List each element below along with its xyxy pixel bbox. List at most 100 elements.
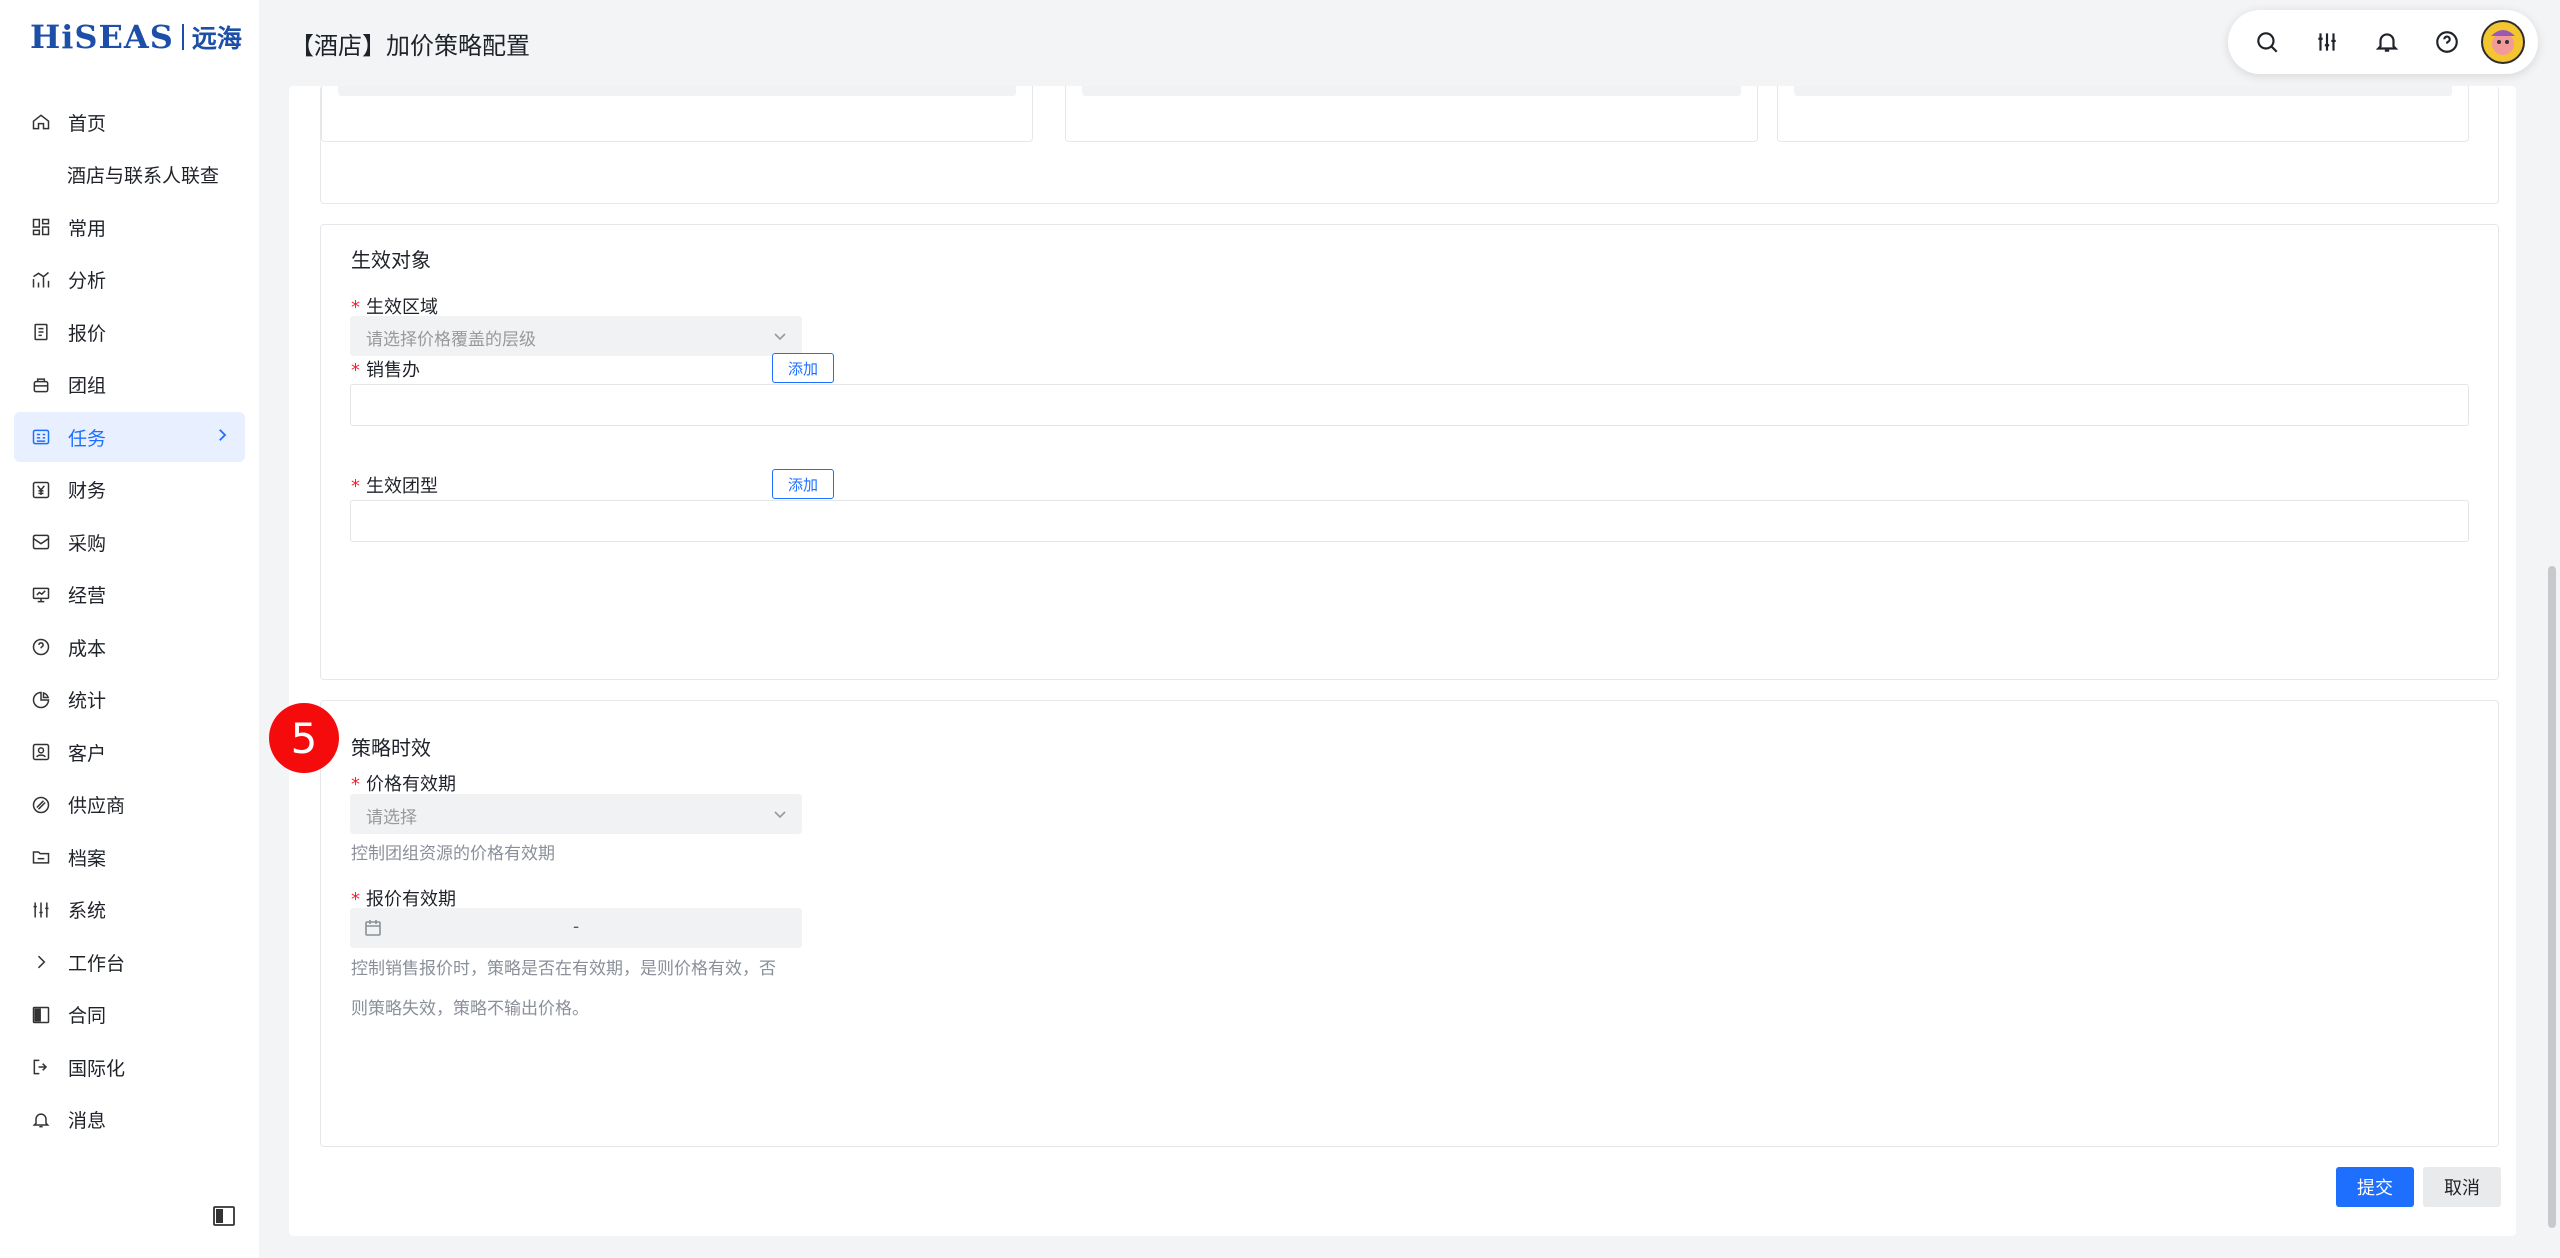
sidebar-item-label: 合同 (68, 1005, 107, 1027)
sidebar-item-supplier[interactable]: 供应商 (14, 780, 245, 830)
sidebar-item-home[interactable]: 首页 (14, 97, 245, 147)
section-title: 策略时效 (351, 736, 431, 760)
sidebar-item-group[interactable]: 团组 (14, 360, 245, 410)
section-title: 生效对象 (351, 248, 431, 272)
group-type-label: * 生效团型 (351, 476, 438, 497)
dashboard-icon (30, 216, 52, 238)
group-type-input[interactable] (350, 500, 2469, 542)
sidebar-item-workbench[interactable]: 工作台 (14, 937, 245, 987)
contact-icon (30, 741, 52, 763)
sidebar-item-system[interactable]: 系统 (14, 885, 245, 935)
sliders-icon (30, 899, 52, 921)
sidebar-item-label: 档案 (68, 847, 107, 870)
logout-icon (30, 1056, 52, 1078)
chevron-right-icon (30, 951, 52, 973)
task-icon (30, 426, 52, 448)
cancel-button[interactable]: 取消 (2423, 1167, 2501, 1207)
chevron-down-icon (772, 806, 788, 822)
sidebar-item-analysis[interactable]: 分析 (14, 255, 245, 305)
main-content: 生效对象 * 生效区域 请选择价格覆盖的层级 * 销售办 添加 * 生效团型 添加 5… (269, 86, 2516, 1236)
help-icon[interactable] (2430, 25, 2464, 59)
office-label: * 销售办 (351, 360, 420, 381)
calendar-icon (364, 919, 382, 937)
monitor-icon (30, 584, 52, 606)
sidebar-item-message[interactable]: 消息 (14, 1095, 245, 1145)
scrollbar[interactable] (2548, 566, 2556, 1228)
sidebar-item-label: 系统 (68, 900, 107, 922)
region-select[interactable]: 请选择价格覆盖的层级 (350, 316, 802, 356)
office-input[interactable] (350, 384, 2469, 426)
supplier-icon (30, 794, 52, 816)
sidebar-item-label: 工作台 (68, 952, 126, 975)
sidebar-item-task[interactable]: 任务 (14, 412, 245, 462)
sidebar-item-label: 客户 (68, 742, 107, 765)
brand-logo[interactable]: HiSEAS 远海 (30, 14, 242, 60)
sidebar-item-purchase[interactable]: 采购 (14, 517, 245, 567)
logo-divider (181, 24, 184, 50)
logo-text: HiSEAS (30, 18, 174, 56)
sidebar-item-label: 首页 (68, 112, 107, 135)
logo-cn-text: 远海 (191, 24, 242, 53)
sidebar-item-operation[interactable]: 经营 (14, 570, 245, 620)
sidebar-item-label: 国际化 (68, 1057, 126, 1080)
sidebar-item-cost[interactable]: 成本 (14, 622, 245, 672)
yen-icon (30, 479, 52, 501)
sidebar-item-hotel-contact[interactable]: 酒店与联系人联查 (14, 150, 245, 200)
quote-validity-date-range[interactable]: - (350, 908, 802, 948)
submit-button[interactable]: 提交 (2336, 1167, 2414, 1207)
sidebar-item-finance[interactable]: 财务 (14, 465, 245, 515)
sidebar-item-statistics[interactable]: 统计 (14, 675, 245, 725)
sidebar-item-contract[interactable]: 合同 (14, 990, 245, 1040)
question-icon (30, 636, 52, 658)
region-select-placeholder: 请选择价格覆盖的层级 (366, 330, 536, 350)
top-bar: 【酒店】加价策略配置 (259, 0, 2560, 86)
sidebar-item-label: 常用 (68, 217, 107, 240)
sidebar-item-label: 供应商 (68, 795, 126, 817)
sidebar-item-label: 报价 (68, 322, 107, 345)
timing-section-card: 5 策略时效 * 价格有效期 请选择 控制团组资源的价格有效期 * 报价有效期 - … (269, 700, 2499, 1147)
quote-validity-help: 控制销售报价时，策略是否在有效期，是则价格有效，否 (351, 959, 776, 979)
sidebar-item-i18n[interactable]: 国际化 (14, 1042, 245, 1092)
sidebar-item-label: 统计 (68, 690, 107, 712)
sidebar-item-label: 财务 (68, 480, 107, 502)
bell-icon[interactable] (2370, 25, 2404, 59)
group-type-add-button[interactable]: 添加 (772, 469, 834, 499)
sidebar-item-label: 分析 (68, 270, 107, 292)
date-range-separator: - (573, 917, 580, 937)
sidebar-item-label: 成本 (68, 637, 107, 660)
mail-icon (30, 531, 52, 553)
rule-card (1777, 86, 2469, 142)
sidebar-item-label: 经营 (68, 585, 107, 607)
folder-icon (30, 846, 52, 868)
sidebar-item-label: 采购 (68, 532, 107, 555)
sidebar-item-common[interactable]: 常用 (14, 202, 245, 252)
price-validity-placeholder: 请选择 (366, 808, 417, 828)
chevron-down-icon (772, 328, 788, 344)
search-icon[interactable] (2250, 25, 2284, 59)
target-section-card: 生效对象 * 生效区域 请选择价格覆盖的层级 * 销售办 添加 * 生效团型 添加 (320, 224, 2499, 680)
rule-card (1065, 86, 1758, 142)
contract-icon (30, 1004, 52, 1026)
sidebar: HiSEAS 远海 首页 酒店与联系人联查 常用 分析 报价 团组 任务 财务 … (0, 0, 259, 1258)
rule-card (321, 86, 1033, 142)
bell-icon (30, 1109, 52, 1131)
price-validity-select[interactable]: 请选择 (350, 794, 802, 834)
sidebar-item-label: 任务 (68, 427, 107, 450)
price-validity-help: 控制团组资源的价格有效期 (351, 844, 555, 864)
chevron-right-icon (213, 426, 235, 448)
sidebar-item-label: 团组 (68, 375, 107, 397)
step-badge: 5 (269, 703, 339, 773)
avatar[interactable] (2481, 20, 2525, 64)
header-toolbar (2228, 10, 2538, 74)
sidebar-item-archive[interactable]: 档案 (14, 832, 245, 882)
sidebar-item-quote[interactable]: 报价 (14, 307, 245, 357)
office-add-button[interactable]: 添加 (772, 353, 834, 383)
home-icon (30, 111, 52, 133)
sidebar-collapse-icon[interactable] (212, 1204, 236, 1228)
page-title: 【酒店】加价策略配置 (290, 32, 530, 60)
group-icon (30, 374, 52, 396)
document-icon (30, 321, 52, 343)
sliders-icon[interactable] (2310, 25, 2344, 59)
sidebar-nav: 首页 酒店与联系人联查 常用 分析 报价 团组 任务 财务 采购 经营 成本 统… (14, 97, 245, 1147)
sidebar-item-customer[interactable]: 客户 (14, 727, 245, 777)
